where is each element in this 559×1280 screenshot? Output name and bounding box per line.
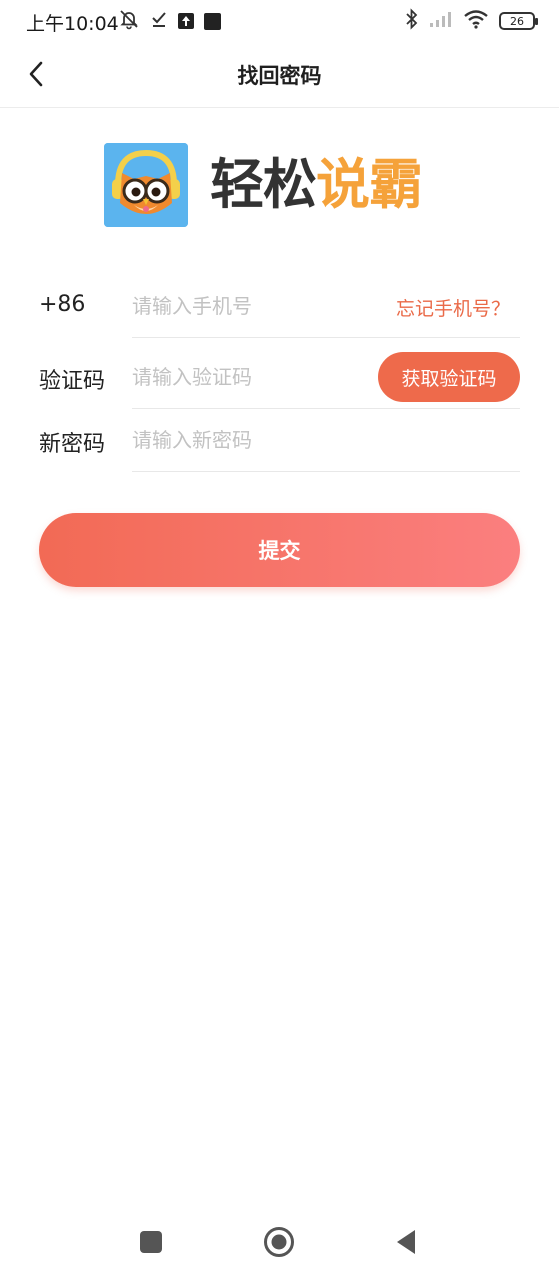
country-code-label: +86 bbox=[39, 292, 86, 317]
battery-icon: 26 bbox=[499, 12, 538, 30]
status-icons-right: 26 bbox=[405, 8, 538, 34]
status-time: 上午10:04 bbox=[26, 13, 119, 35]
code-field: 获取验证码 bbox=[132, 345, 520, 409]
code-input[interactable] bbox=[132, 361, 372, 393]
logo-text-orange: 说霸 bbox=[316, 153, 423, 216]
signal-icon bbox=[429, 10, 453, 32]
home-icon bbox=[263, 1226, 295, 1262]
code-row: 验证码 获取验证码 bbox=[39, 345, 520, 409]
recent-apps-button[interactable] bbox=[133, 1226, 169, 1262]
password-label: 新密码 bbox=[39, 432, 106, 457]
status-icons-left bbox=[118, 10, 221, 32]
owl-headphones-icon bbox=[104, 143, 188, 227]
new-password-input[interactable] bbox=[132, 424, 372, 456]
code-label: 验证码 bbox=[39, 369, 106, 394]
get-code-button[interactable]: 获取验证码 bbox=[378, 352, 520, 402]
phone-field: 忘记手机号？ bbox=[132, 274, 520, 338]
check-icon bbox=[150, 10, 168, 32]
wifi-icon bbox=[463, 9, 489, 33]
bluetooth-icon bbox=[405, 8, 419, 34]
upload-icon bbox=[178, 13, 194, 29]
square-icon bbox=[204, 12, 221, 30]
system-nav-bar bbox=[0, 1212, 559, 1276]
password-field bbox=[132, 408, 520, 472]
back-icon bbox=[394, 1229, 418, 1259]
status-bar: 上午10:04 26 bbox=[0, 0, 559, 44]
app-logo: 轻松说霸 bbox=[104, 142, 456, 228]
recent-apps-icon bbox=[139, 1230, 163, 1258]
mute-bell-icon bbox=[118, 8, 140, 34]
forgot-phone-link[interactable]: 忘记手机号？ bbox=[396, 294, 510, 321]
home-button[interactable] bbox=[261, 1226, 297, 1262]
page-title: 找回密码 bbox=[237, 64, 322, 88]
logo-text: 轻松说霸 bbox=[210, 158, 423, 212]
battery-level: 26 bbox=[510, 14, 524, 28]
phone-row: +86 忘记手机号？ bbox=[39, 274, 520, 338]
logo-text-dark: 轻松 bbox=[210, 153, 317, 216]
phone-input[interactable] bbox=[132, 290, 372, 322]
password-row: 新密码 bbox=[39, 408, 520, 472]
submit-button[interactable]: 提交 bbox=[39, 513, 520, 587]
nav-bar: 找回密码 bbox=[0, 44, 559, 108]
system-back-button[interactable] bbox=[388, 1226, 424, 1262]
